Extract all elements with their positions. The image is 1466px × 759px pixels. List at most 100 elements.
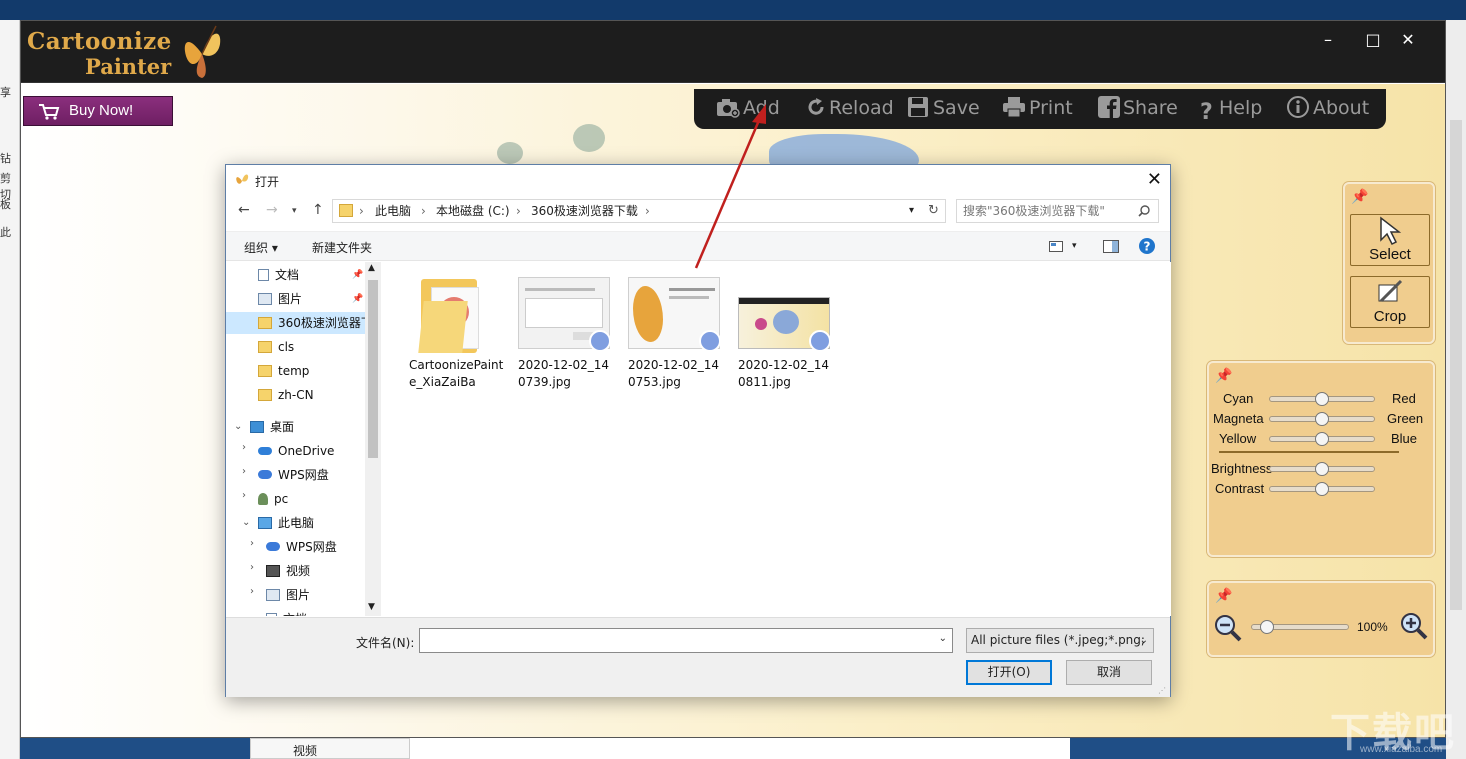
yellow-blue-slider[interactable] <box>1269 432 1375 446</box>
chevron-down-icon[interactable]: ⌄ <box>234 421 242 432</box>
tree-item-onedrive[interactable]: OneDrive <box>258 440 334 462</box>
slider-knob[interactable] <box>1315 392 1329 406</box>
print-button[interactable]: Print <box>1002 93 1073 123</box>
background-panel <box>410 738 1070 759</box>
cyan-red-slider[interactable] <box>1269 392 1375 406</box>
search-input[interactable]: 搜索"360极速浏览器下载" <box>956 199 1159 223</box>
chevron-right-icon[interactable]: › <box>250 562 254 573</box>
tree-item-zh-cn[interactable]: zh-CN <box>258 384 314 406</box>
slider-knob[interactable] <box>1315 412 1329 426</box>
chevron-right-icon[interactable]: › <box>242 490 246 501</box>
background-window-right <box>1446 20 1466 759</box>
file-item[interactable]: CartoonizePainte_XiaZaiBa <box>405 277 505 391</box>
dialog-title: 打开 <box>255 175 280 189</box>
tree-item-this-pc[interactable]: 此电脑 <box>258 512 314 534</box>
share-button[interactable]: Share <box>1098 93 1178 123</box>
tree-item-documents-2[interactable]: 文档 <box>266 608 307 616</box>
help-icon[interactable]: ? <box>1138 237 1156 255</box>
slider-knob[interactable] <box>1315 482 1329 496</box>
forward-arrow-icon[interactable]: → <box>266 202 278 218</box>
breadcrumb-item[interactable]: 本地磁盘 (C:) <box>436 200 510 222</box>
open-file-dialog: 打开 ✕ ← → ▾ ↑ › 此电脑 › 本地磁盘 (C:) › 360极速浏览… <box>225 164 1171 697</box>
select-tool-button[interactable]: Select <box>1350 214 1430 266</box>
file-item[interactable]: 2020-12-02_140753.jpg <box>624 277 724 391</box>
preview-pane-icon[interactable] <box>1103 240 1119 253</box>
breadcrumb-item[interactable]: 此电脑 <box>375 200 411 222</box>
zoom-slider[interactable] <box>1251 620 1349 634</box>
contrast-slider[interactable] <box>1269 482 1375 496</box>
dialog-close-button[interactable]: ✕ <box>1147 169 1162 190</box>
slider-knob[interactable] <box>1315 432 1329 446</box>
reload-button[interactable]: Reload <box>806 93 894 123</box>
address-bar[interactable]: › 此电脑 › 本地磁盘 (C:) › 360极速浏览器下载 › ▾ ↻ <box>332 199 946 223</box>
file-item[interactable]: 2020-12-02_140811.jpg <box>734 277 834 391</box>
save-button[interactable]: Save <box>906 93 980 123</box>
chevron-right-icon[interactable]: › <box>242 466 246 477</box>
search-icon <box>1138 205 1150 217</box>
tree-item-downloads[interactable]: 360极速浏览器下 <box>226 312 373 334</box>
scroll-down-icon[interactable]: ▼ <box>368 602 375 612</box>
slider-knob[interactable] <box>1315 462 1329 476</box>
slider-knob[interactable] <box>1260 620 1275 634</box>
close-button[interactable]: ✕ <box>1393 29 1423 51</box>
zoom-out-icon[interactable] <box>1213 613 1243 643</box>
tree-item-wps-cloud-2[interactable]: WPS网盘 <box>266 536 337 558</box>
brightness-slider[interactable] <box>1269 462 1375 476</box>
up-arrow-icon[interactable]: ↑ <box>312 202 324 218</box>
about-button[interactable]: About <box>1286 93 1369 123</box>
chevron-down-icon[interactable]: ⌄ <box>939 633 947 644</box>
recent-dropdown-icon[interactable]: ▾ <box>292 206 297 216</box>
view-options-icon[interactable] <box>1049 241 1063 252</box>
folder-thumbnail <box>409 277 501 353</box>
reload-label: Reload <box>829 97 894 119</box>
help-button[interactable]: ? Help <box>1200 93 1262 125</box>
back-arrow-icon[interactable]: ← <box>238 202 250 218</box>
contrast-label: Contrast <box>1215 481 1265 496</box>
pin-icon[interactable]: 📌 <box>1215 367 1232 384</box>
chevron-right-icon[interactable]: › <box>242 442 246 453</box>
cancel-button[interactable]: 取消 <box>1066 660 1152 685</box>
logo-line1: Cartoonize <box>27 28 172 55</box>
tree-item-videos[interactable]: 视频 <box>266 560 310 582</box>
buy-now-button[interactable]: Buy Now! <box>23 96 173 126</box>
scroll-up-icon[interactable]: ▲ <box>368 263 375 273</box>
chevron-down-icon[interactable]: ⌄ <box>242 517 250 528</box>
reload-icon <box>808 97 824 115</box>
view-dropdown-icon[interactable]: ▾ <box>1072 241 1077 251</box>
filename-input[interactable]: ⌄ <box>419 628 953 653</box>
tree-item-pictures-2[interactable]: 图片 <box>266 584 310 606</box>
magenta-green-slider[interactable] <box>1269 412 1375 426</box>
cloud-sync-icon <box>809 330 831 352</box>
resize-grip-icon[interactable]: ⋰ <box>1158 686 1166 695</box>
tree-scrollbar[interactable]: ▲ ▼ <box>365 262 381 616</box>
crop-tool-button[interactable]: Crop <box>1350 276 1430 328</box>
pin-icon[interactable]: 📌 <box>1215 587 1232 604</box>
open-button[interactable]: 打开(O) <box>966 660 1052 685</box>
tree-item-cls[interactable]: cls <box>258 336 294 358</box>
cloud-sync-icon <box>589 330 611 352</box>
yellow-label: Yellow <box>1219 431 1257 446</box>
tree-item-pc-user[interactable]: pc <box>258 488 288 510</box>
organize-menu[interactable]: 组织 ▾ <box>244 239 278 256</box>
new-folder-button[interactable]: 新建文件夹 <box>312 239 372 256</box>
tree-item-pictures[interactable]: 图片 📌 <box>258 288 368 310</box>
about-label: About <box>1313 97 1370 119</box>
chevron-right-icon[interactable]: › <box>250 538 254 549</box>
tree-item-documents[interactable]: 文档 📌 <box>258 264 368 286</box>
chevron-right-icon[interactable]: › <box>250 586 254 597</box>
pin-icon[interactable]: 📌 <box>1351 188 1368 205</box>
tree-item-wps-cloud[interactable]: WPS网盘 <box>258 464 329 486</box>
file-item[interactable]: 2020-12-02_140739.jpg <box>514 277 614 391</box>
zoom-in-icon[interactable] <box>1399 611 1429 641</box>
file-type-select[interactable]: All picture files (*.jpeg;*.png; ⌄ <box>966 628 1154 653</box>
tree-item-desktop[interactable]: 桌面 <box>250 416 294 438</box>
tree-item-temp[interactable]: temp <box>258 360 309 382</box>
address-dropdown-icon[interactable]: ▾ <box>909 200 914 222</box>
breadcrumb-item[interactable]: 360极速浏览器下载 <box>531 200 638 222</box>
zoom-value: 100% <box>1357 620 1388 634</box>
minimize-button[interactable]: – <box>1313 29 1343 51</box>
refresh-icon[interactable]: ↻ <box>928 200 939 222</box>
add-button[interactable]: Add <box>716 93 780 123</box>
maximize-button[interactable]: □ <box>1358 29 1388 51</box>
scroll-thumb[interactable] <box>368 280 378 458</box>
